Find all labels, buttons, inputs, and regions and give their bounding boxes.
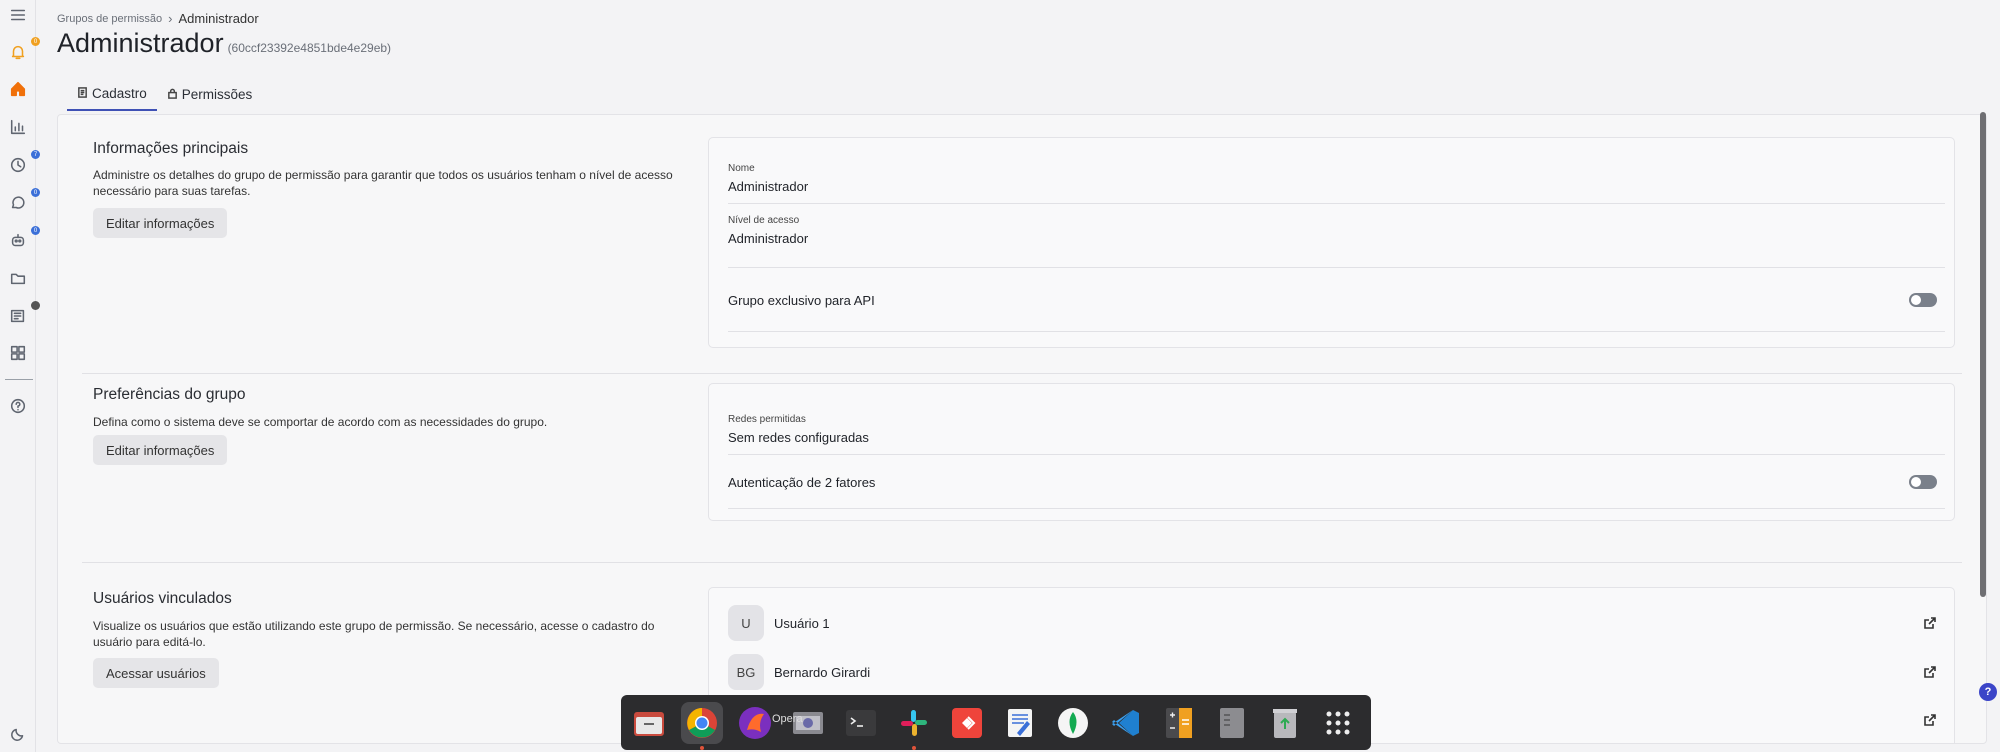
twofa-row: Autenticação de 2 fatores — [728, 455, 1945, 509]
apps-icon[interactable] — [8, 343, 28, 363]
slack-icon[interactable] — [893, 702, 935, 750]
tabs: Cadastro Permissões — [67, 78, 262, 111]
avatar: BG — [728, 654, 764, 690]
tab-label: Permissões — [181, 87, 253, 102]
page-id: (60ccf23392e4851bde4e29eb) — [227, 41, 392, 55]
avatar: U — [728, 605, 764, 641]
section-title: Usuários vinculados — [93, 590, 232, 607]
field-label: Nível de acesso — [728, 215, 800, 226]
chart-icon[interactable] — [8, 117, 28, 137]
tab-cadastro[interactable]: Cadastro — [67, 78, 157, 111]
section-title: Preferências do grupo — [93, 386, 246, 403]
home-icon[interactable] — [8, 79, 28, 99]
calculator-icon[interactable] — [1158, 702, 1200, 744]
bell-icon[interactable] — [8, 42, 28, 62]
sidebar-divider — [5, 379, 33, 380]
api-exclusive-row: Grupo exclusivo para API — [728, 268, 1945, 332]
networks-field: Redes permitidas Sem redes configuradas — [728, 398, 1945, 455]
robot-icon[interactable] — [8, 231, 28, 251]
user-name: Bernardo Girardi — [774, 664, 871, 680]
title-row: Administrador (60ccf23392e4851bde4e29eb) — [57, 28, 391, 59]
external-link-icon[interactable] — [1923, 665, 1937, 679]
bot-badge: 0 — [31, 226, 40, 235]
user-name: Usuário 1 — [774, 615, 830, 631]
main-info-card: Nome Administrador Nível de acesso Admin… — [708, 137, 1955, 348]
files-icon[interactable] — [628, 702, 670, 744]
opera-icon[interactable] — [734, 702, 776, 744]
running-indicator — [700, 745, 704, 750]
api-exclusive-toggle[interactable] — [1909, 293, 1937, 307]
list-item[interactable]: U Usuário 1 — [728, 605, 1945, 641]
external-link-icon[interactable] — [1923, 713, 1937, 727]
field-value: Administrador — [728, 231, 809, 246]
section-description: Administre os detalhes do grupo de permi… — [93, 168, 673, 198]
toggle-label: Autenticação de 2 fatores — [728, 475, 876, 490]
list-item[interactable]: BG Bernardo Girardi — [728, 654, 1945, 690]
name-field: Nome Administrador — [728, 152, 1945, 204]
field-value: Administrador — [728, 179, 809, 194]
folder-icon[interactable] — [8, 268, 28, 288]
breadcrumb: Grupos de permissão › Administrador — [57, 11, 259, 26]
scrollbar-thumb[interactable] — [1980, 112, 1986, 597]
chevron-right-icon: › — [168, 11, 173, 26]
chat-badge: 0 — [31, 188, 40, 197]
document-icon — [77, 86, 88, 101]
field-label: Redes permitidas — [728, 414, 806, 425]
mongodb-icon[interactable] — [1052, 702, 1094, 744]
main-panel: Informações principais Administre os det… — [57, 114, 1987, 744]
access-users-button[interactable]: Acessar usuários — [93, 658, 219, 688]
toggle-label: Grupo exclusivo para API — [728, 293, 875, 308]
lock-icon — [167, 87, 178, 102]
section-title: Informações principais — [93, 140, 249, 157]
external-link-icon[interactable] — [1923, 616, 1937, 630]
notification-badge: 0 — [31, 37, 40, 46]
twofa-toggle[interactable] — [1909, 475, 1937, 489]
vscode-icon[interactable] — [1105, 702, 1147, 744]
field-label: Nome — [728, 163, 755, 174]
access-level-field: Nível de acesso Administrador — [728, 204, 1945, 268]
field-value: Sem redes configuradas — [728, 430, 869, 445]
section-description: Defina como o sistema deve se comportar … — [93, 415, 548, 429]
archive-icon[interactable] — [1211, 702, 1253, 744]
help-button[interactable]: ? — [1979, 683, 1997, 701]
tab-label: Cadastro — [92, 86, 147, 101]
help-icon[interactable] — [8, 396, 28, 416]
section-main-info: Informações principais Administre os det… — [82, 115, 1962, 373]
menu-icon[interactable] — [8, 5, 28, 25]
breadcrumb-current: Administrador — [178, 11, 259, 26]
running-indicator — [912, 745, 916, 750]
taskbar-dock — [621, 695, 1371, 750]
breadcrumb-parent[interactable]: Grupos de permissão — [57, 13, 162, 25]
chrome-icon[interactable] — [681, 701, 723, 750]
terminal-icon[interactable] — [840, 702, 882, 744]
clock-icon[interactable] — [8, 155, 28, 175]
history-badge: 7 — [31, 150, 40, 159]
preferences-card: Redes permitidas Sem redes configuradas … — [708, 383, 1955, 521]
trash-icon[interactable] — [1264, 702, 1306, 744]
section-preferences: Preferências do grupo Defina como o sist… — [82, 374, 1962, 562]
text-editor-icon[interactable] — [999, 702, 1041, 744]
edit-main-info-button[interactable]: Editar informações — [93, 208, 228, 238]
anydesk-icon[interactable] — [946, 702, 988, 744]
tab-permissoes[interactable]: Permissões — [157, 78, 263, 111]
status-dot — [31, 301, 40, 310]
app-grid-icon[interactable] — [1317, 702, 1359, 744]
newspaper-icon[interactable] — [8, 306, 28, 326]
moon-icon[interactable] — [8, 724, 28, 744]
chat-icon[interactable] — [8, 193, 28, 213]
page-title: Administrador — [57, 28, 224, 58]
edit-preferences-button[interactable]: Editar informações — [93, 435, 228, 465]
section-description: Visualize os usuários que estão utilizan… — [93, 619, 655, 649]
sidebar-rail: 0 7 0 0 — [0, 0, 40, 752]
dock-app-label: Opera — [772, 713, 803, 725]
